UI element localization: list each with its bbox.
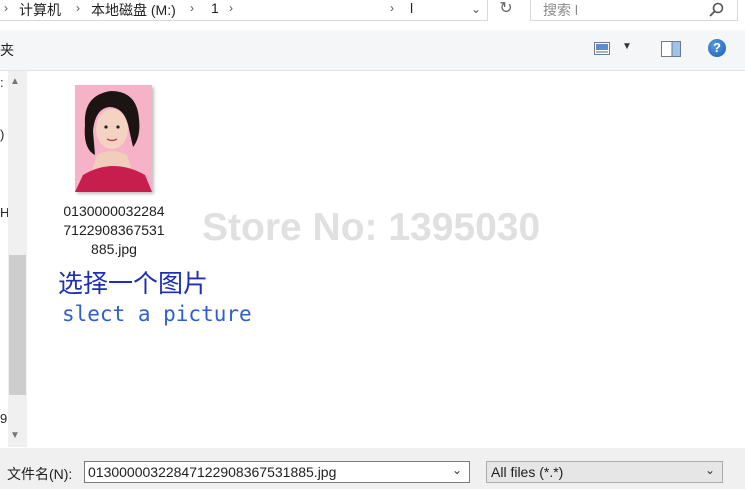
breadcrumb-separator-icon[interactable]: › (390, 1, 394, 15)
search-input[interactable]: 搜索 l (530, 0, 738, 21)
file-thumbnail[interactable] (75, 85, 152, 192)
help-icon[interactable]: ? (708, 39, 726, 57)
address-bar[interactable]: › 计算机 › 本地磁盘 (M:) › 1 › › l ⌄ (0, 0, 488, 21)
caption-chinese: 选择一个图片 (58, 269, 209, 298)
file-item[interactable]: 0130000032284 7122908367531 885.jpg (52, 80, 176, 260)
search-icon[interactable] (707, 1, 727, 19)
portrait-thumbnail-icon (75, 85, 152, 192)
toolbar: 夹 ▼ ? (0, 30, 745, 71)
chevron-down-icon[interactable]: ⌄ (705, 463, 715, 477)
breadcrumb-item-drive[interactable]: 本地磁盘 (M:) (91, 0, 176, 20)
file-name-label: 文件名(N): (7, 466, 73, 482)
scrollbar-thumb[interactable] (9, 255, 26, 395)
search-placeholder: 搜索 l (543, 2, 578, 18)
scroll-down-icon[interactable]: ▼ (10, 430, 20, 441)
file-name-line: 7122908367531 (63, 222, 165, 238)
breadcrumb-separator-icon[interactable]: › (229, 1, 233, 15)
caption-english: slect a picture (62, 302, 252, 326)
file-name-input-value[interactable]: 01300000322847122908367531885.jpg (88, 464, 336, 480)
breadcrumb-separator-icon[interactable]: › (190, 1, 194, 15)
scroll-up-icon[interactable]: ▲ (10, 76, 20, 87)
refresh-icon[interactable]: ↻ (493, 0, 519, 20)
file-name-bar: 文件名(N): 01300000322847122908367531885.jp… (0, 448, 745, 489)
breadcrumb-separator-icon[interactable]: › (4, 1, 8, 15)
file-name[interactable]: 0130000032284 7122908367531 885.jpg (52, 202, 176, 259)
breadcrumb-item-computer[interactable]: 计算机 (19, 0, 61, 20)
nav-item-fragment[interactable]: ) (0, 127, 4, 142)
breadcrumb-item-current[interactable]: l (410, 0, 413, 16)
nav-item-fragment[interactable]: 9 (0, 411, 7, 426)
preview-pane-icon[interactable] (661, 41, 681, 57)
chevron-down-icon[interactable]: ⌄ (452, 463, 462, 477)
toolbar-new-folder-label[interactable]: 夹 (0, 40, 14, 60)
view-dropdown-icon[interactable]: ▼ (622, 41, 632, 52)
address-dropdown-icon[interactable]: ⌄ (466, 0, 486, 20)
file-name-line: 885.jpg (91, 241, 137, 257)
navigation-pane[interactable]: : ) H 9 (0, 71, 9, 447)
file-type-select[interactable]: All files (*.*) ⌄ (486, 461, 723, 483)
breadcrumb-item-folder-1[interactable]: 1 (211, 0, 219, 16)
store-watermark: Store No: 1395030 (202, 206, 541, 249)
file-name-line: 0130000032284 (63, 203, 165, 219)
file-type-value[interactable]: All files (*.*) (491, 464, 563, 480)
nav-item-fragment[interactable]: : (0, 75, 4, 90)
breadcrumb-separator-icon[interactable]: › (76, 1, 80, 15)
file-name-input[interactable]: 01300000322847122908367531885.jpg ⌄ (84, 461, 470, 483)
view-mode-icon[interactable] (594, 42, 610, 55)
